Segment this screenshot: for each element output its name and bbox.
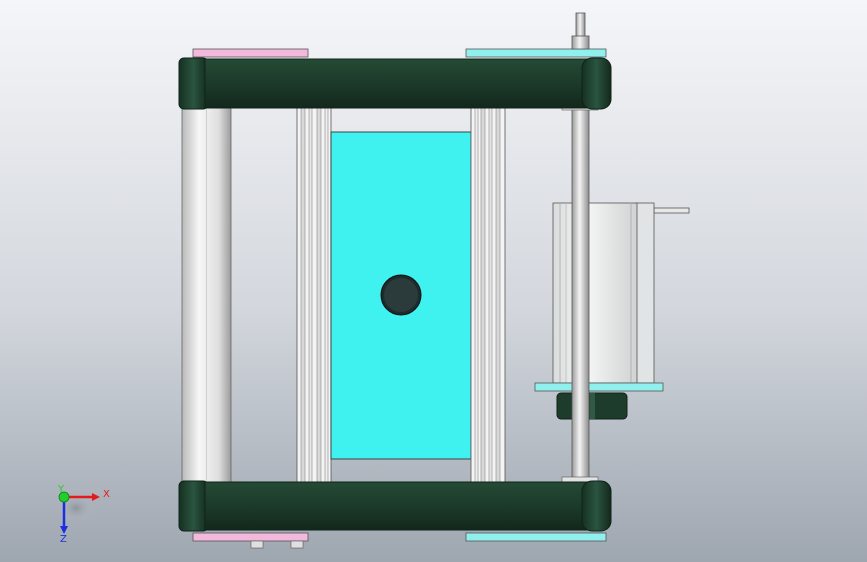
left-guide-rod-seam (206, 100, 207, 490)
top-frame-bar (178, 57, 612, 110)
drive-shaft (571, 103, 590, 485)
motor-mount-plate (534, 382, 664, 392)
bottom-frame-bar (178, 480, 612, 532)
cad-viewport[interactable]: X Z Y (0, 0, 867, 562)
bolt-head (250, 540, 264, 549)
bottom-left-pink-plate (192, 532, 309, 542)
cad-model-canvas: X Z Y (0, 0, 867, 562)
coupling (556, 392, 628, 420)
bolt-head (290, 540, 304, 549)
top-right-cyan-plate (465, 48, 607, 58)
left-rail (296, 107, 332, 483)
x-axis-label: X (103, 489, 110, 500)
z-axis-label: Z (60, 534, 67, 545)
top-left-pink-plate (192, 48, 309, 58)
center-cyan-plate (330, 131, 472, 460)
right-rail (470, 107, 506, 483)
bottom-right-cyan-plate (465, 532, 607, 542)
y-axis-label: Y (57, 484, 65, 495)
motor-shaft (653, 207, 690, 214)
